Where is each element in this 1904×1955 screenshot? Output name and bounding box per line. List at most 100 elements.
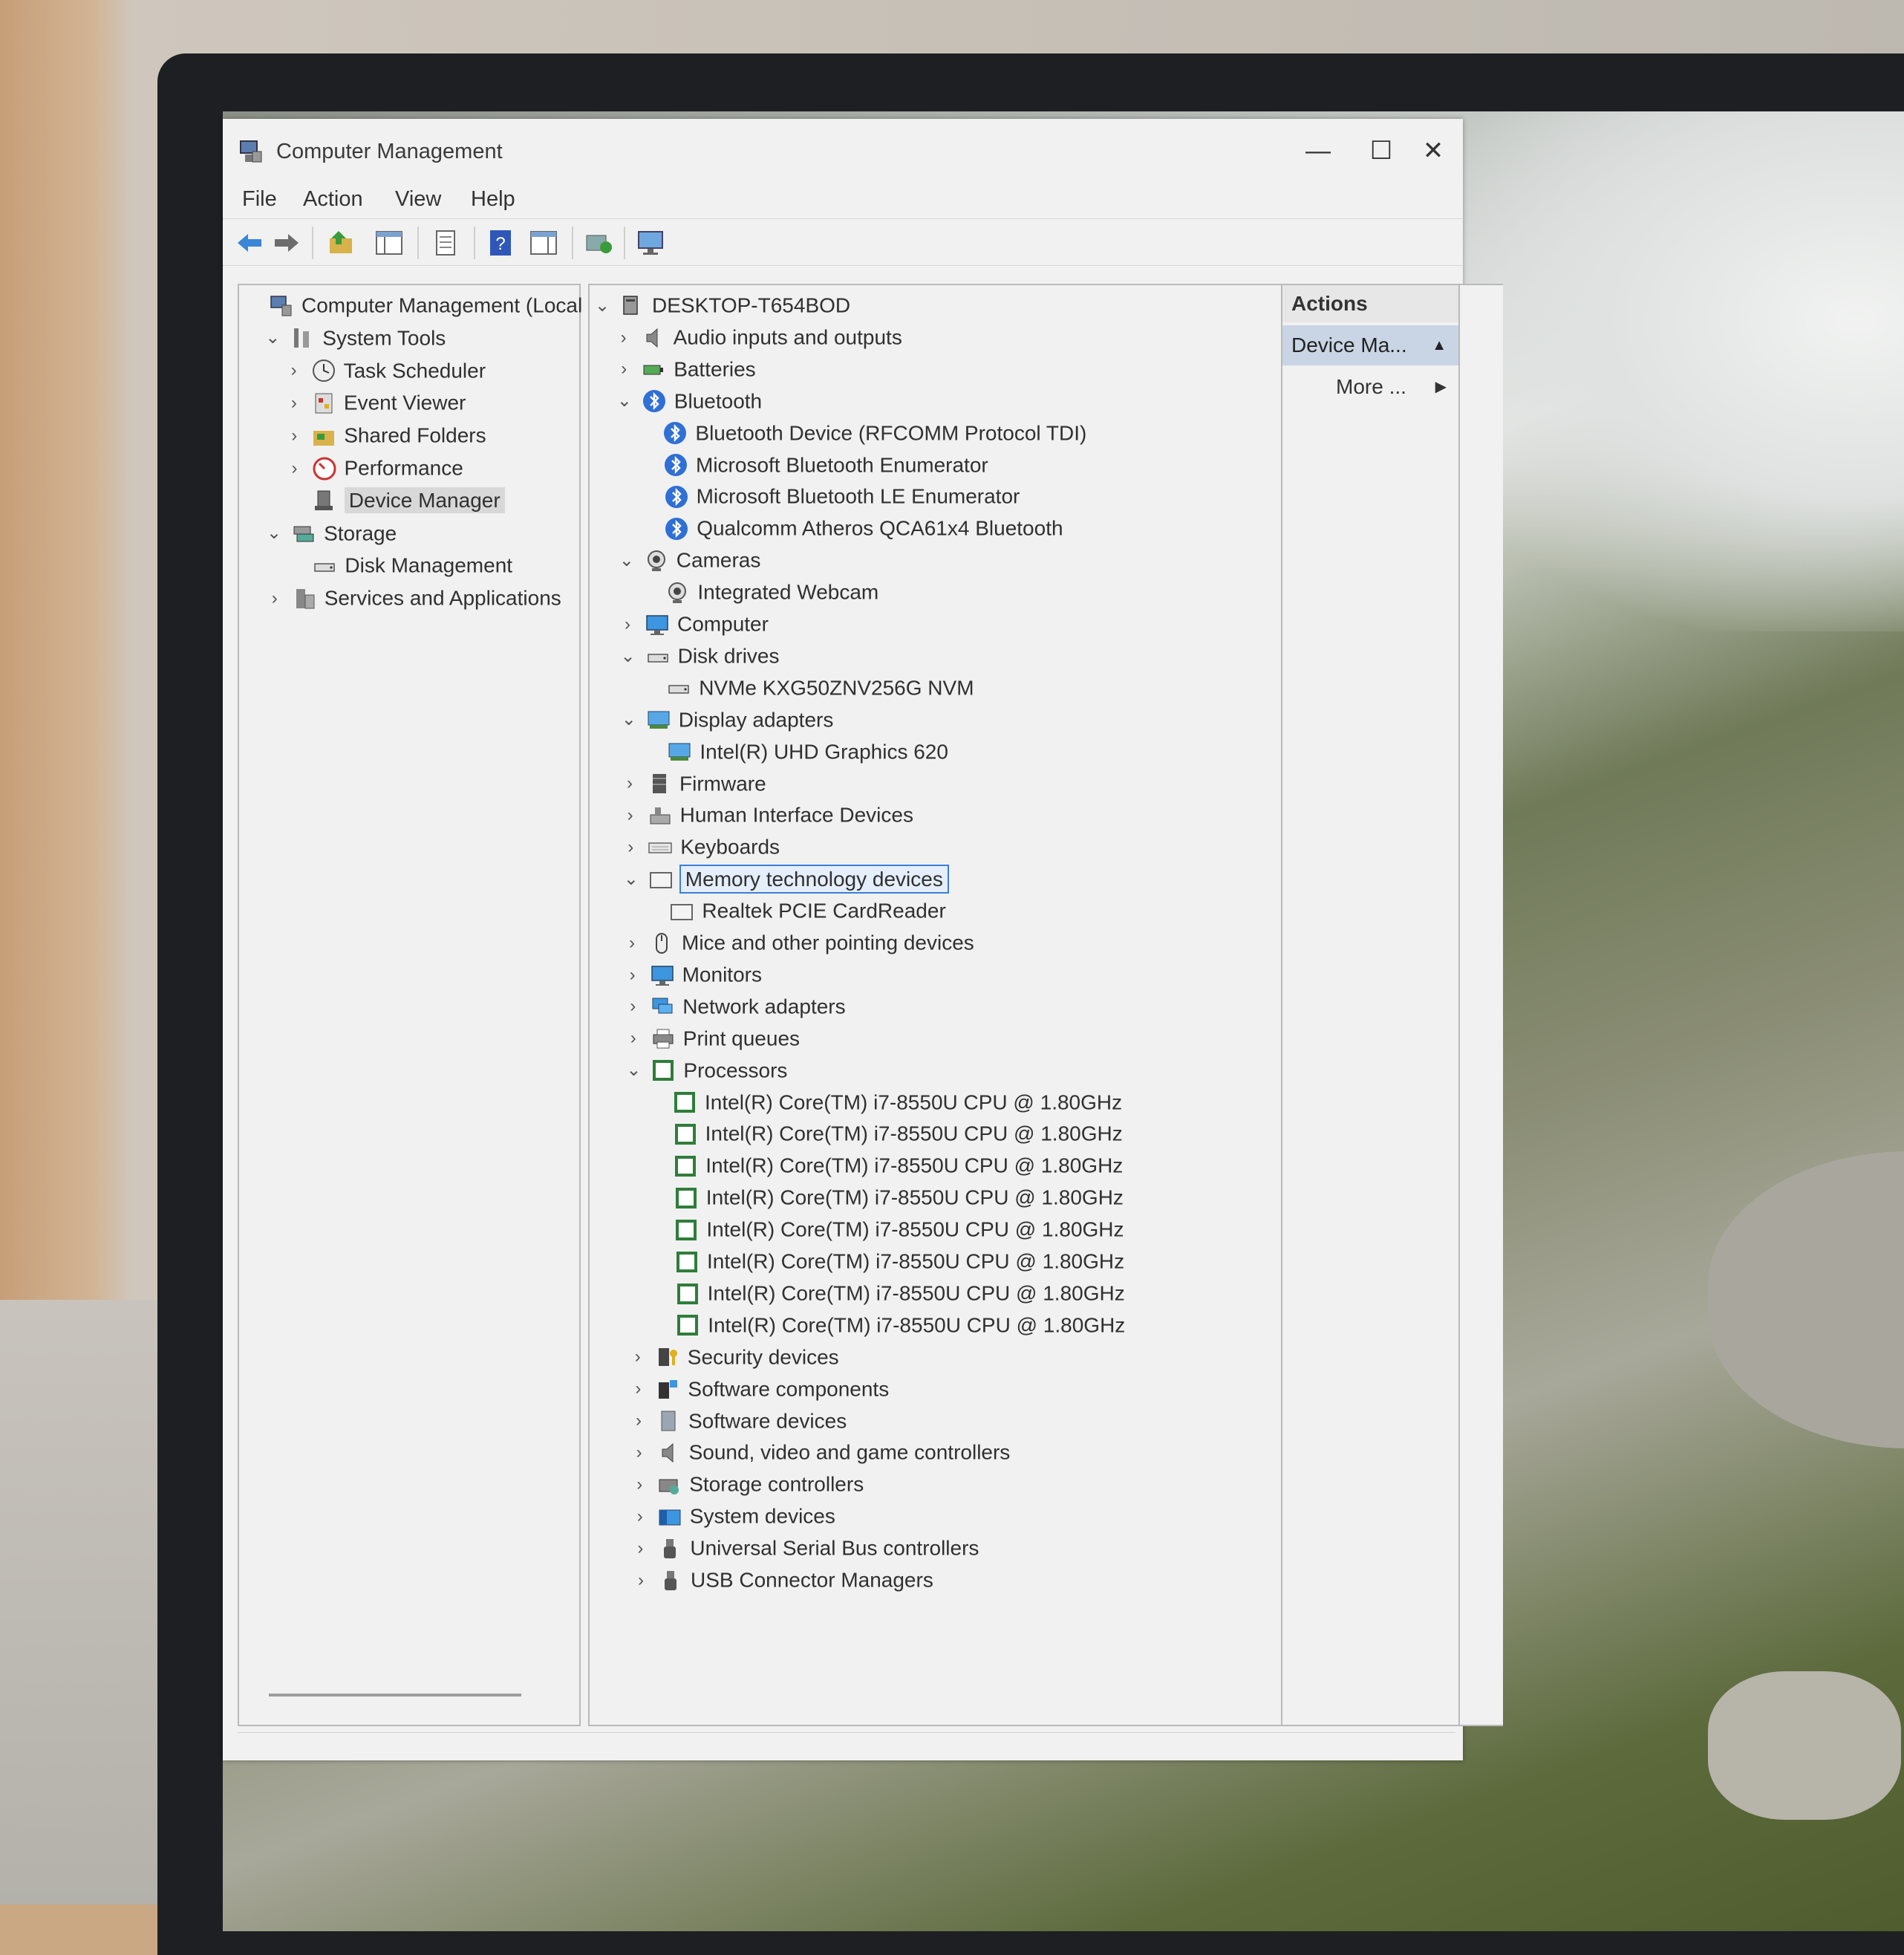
device-tree-item[interactable]: › Batteries xyxy=(614,354,756,383)
device-tree-item[interactable]: › Monitors xyxy=(623,959,762,989)
device-tree-item[interactable]: Intel(R) UHD Graphics 620 xyxy=(640,736,948,766)
scan-hardware-icon[interactable] xyxy=(584,228,613,258)
horizontal-scrollbar[interactable] xyxy=(269,1694,521,1697)
nav-tree-item[interactable]: › Performance xyxy=(285,452,463,482)
device-tree-item[interactable]: Intel(R) Core(TM) i7-8550U CPU @ 1.80GHz xyxy=(648,1246,1124,1275)
actions-more-button[interactable]: More ... ▶ xyxy=(1282,368,1458,406)
forward-arrow-icon[interactable] xyxy=(272,228,301,258)
collapsed-chevron-icon[interactable]: › xyxy=(630,1470,649,1500)
back-arrow-icon[interactable] xyxy=(235,228,264,258)
monitor-icon[interactable] xyxy=(636,228,665,258)
device-tree-item[interactable]: Microsoft Bluetooth LE Enumerator xyxy=(637,481,1020,510)
device-tree-item[interactable]: › USB Connector Managers xyxy=(631,1564,933,1594)
collapsed-chevron-icon[interactable]: › xyxy=(624,1024,643,1053)
collapsed-chevron-icon[interactable]: › xyxy=(621,833,640,862)
device-tree-item[interactable]: Intel(R) Core(TM) i7-8550U CPU @ 1.80GHz xyxy=(648,1310,1125,1339)
help-icon[interactable]: ? xyxy=(486,228,515,258)
expand-chevron-icon[interactable]: ⌄ xyxy=(264,518,284,548)
collapsed-chevron-icon[interactable]: › xyxy=(265,584,284,614)
device-tree-item[interactable]: › Print queues xyxy=(624,1023,800,1053)
device-tree-item[interactable]: ⌄ DESKTOP-T654BOD xyxy=(593,290,850,319)
collapsed-chevron-icon[interactable]: › xyxy=(284,388,304,418)
collapsed-chevron-icon[interactable]: › xyxy=(630,1438,649,1468)
nav-tree-item[interactable]: › Shared Folders xyxy=(284,420,486,449)
collapsed-chevron-icon[interactable]: › xyxy=(614,354,633,384)
collapse-up-icon[interactable]: ▲ xyxy=(1432,325,1447,365)
nav-tree-item[interactable]: › Task Scheduler xyxy=(284,355,486,385)
minimize-button[interactable]: — xyxy=(1296,132,1340,169)
navigation-tree-pane[interactable]: Computer Management (Local ⌄ System Tools ›… xyxy=(238,284,582,1726)
nav-tree-item[interactable]: ⌄ Storage xyxy=(264,518,397,547)
device-tree-item[interactable]: ⌄ Disk drives xyxy=(619,640,780,670)
device-tree-item[interactable]: › Security devices xyxy=(628,1341,839,1371)
nav-tree-item[interactable]: ⌄ System Tools xyxy=(263,322,446,352)
device-tree-item[interactable]: Microsoft Bluetooth Enumerator xyxy=(636,449,988,479)
collapsed-chevron-icon[interactable]: › xyxy=(628,1374,648,1404)
device-tree-item[interactable]: Integrated Webcam xyxy=(638,576,878,606)
device-tree-item[interactable]: › Software devices xyxy=(629,1405,847,1435)
expand-chevron-icon[interactable]: ⌄ xyxy=(624,1055,643,1085)
collapsed-chevron-icon[interactable]: › xyxy=(629,1406,648,1436)
menu-file[interactable]: File xyxy=(242,187,277,212)
menu-action[interactable]: Action xyxy=(303,187,363,212)
nav-tree-item[interactable]: Device Manager xyxy=(285,485,505,515)
collapsed-chevron-icon[interactable]: › xyxy=(620,769,639,798)
device-tree-item[interactable]: › Network adapters xyxy=(623,991,845,1021)
device-tree-item[interactable]: ⌄ Bluetooth xyxy=(615,386,762,415)
collapsed-chevron-icon[interactable]: › xyxy=(623,960,642,990)
collapsed-chevron-icon[interactable]: › xyxy=(631,1566,651,1595)
collapsed-chevron-icon[interactable]: › xyxy=(618,610,637,640)
device-tree-item[interactable]: › Storage controllers xyxy=(630,1468,864,1498)
device-tree-item[interactable]: › System devices xyxy=(630,1500,835,1530)
device-tree-item[interactable]: Intel(R) Core(TM) i7-8550U CPU @ 1.80GHz xyxy=(645,1087,1122,1116)
nav-tree-item[interactable]: Computer Management (Local xyxy=(242,290,582,319)
expand-chevron-icon[interactable]: ⌄ xyxy=(619,705,639,735)
device-tree-item[interactable]: Intel(R) Core(TM) i7-8550U CPU @ 1.80GHz xyxy=(647,1182,1124,1211)
console-view-icon[interactable] xyxy=(529,228,558,258)
expand-chevron-icon[interactable]: ⌄ xyxy=(593,291,612,321)
device-tree-item[interactable]: › Firmware xyxy=(620,768,766,798)
actions-device-manager-section[interactable]: Device Ma... ▲ xyxy=(1282,325,1458,365)
device-tree-item[interactable]: › Computer xyxy=(618,608,769,638)
device-tree-item[interactable]: NVMe KXG50ZNV256G NVM xyxy=(639,672,974,702)
device-tree-item[interactable]: › Keyboards xyxy=(621,831,780,861)
title-bar[interactable]: Computer Management — ☐ ✕ xyxy=(223,119,1463,183)
expand-chevron-icon[interactable]: ⌄ xyxy=(615,386,634,416)
expand-chevron-icon[interactable]: ⌄ xyxy=(619,642,638,671)
collapsed-chevron-icon[interactable]: › xyxy=(284,421,304,451)
device-tree-item[interactable]: Intel(R) Core(TM) i7-8550U CPU @ 1.80GHz xyxy=(646,1118,1123,1148)
device-tree-item[interactable]: ⌄ Display adapters xyxy=(619,704,834,734)
device-tree-item[interactable]: ⌄ Memory technology devices xyxy=(622,863,949,894)
collapsed-chevron-icon[interactable]: › xyxy=(622,928,642,958)
collapsed-chevron-icon[interactable]: › xyxy=(628,1342,648,1372)
device-tree-item[interactable]: Intel(R) Core(TM) i7-8550U CPU @ 1.80GHz xyxy=(648,1278,1125,1307)
nav-tree-item[interactable]: › Services and Applications xyxy=(265,582,561,612)
device-tree-item[interactable]: › Software components xyxy=(628,1373,889,1403)
nav-tree-item[interactable]: Disk Management xyxy=(285,550,512,579)
device-tree-item[interactable]: › Universal Serial Bus controllers xyxy=(630,1532,979,1562)
collapsed-chevron-icon[interactable]: › xyxy=(623,992,642,1021)
maximize-button[interactable]: ☐ xyxy=(1359,132,1403,169)
device-tree-item[interactable]: Qualcomm Atheros QCA61x4 Bluetooth xyxy=(637,513,1063,542)
device-tree-item[interactable]: ⌄ Processors xyxy=(624,1055,787,1084)
expand-chevron-icon[interactable]: ⌄ xyxy=(622,865,641,894)
device-tree-item[interactable]: Realtek PCIE CardReader xyxy=(642,895,946,925)
device-tree-item[interactable]: Intel(R) Core(TM) i7-8550U CPU @ 1.80GHz xyxy=(647,1214,1124,1243)
device-tree-item[interactable]: › Audio inputs and outputs xyxy=(614,322,902,351)
collapsed-chevron-icon[interactable]: › xyxy=(630,1502,650,1532)
menu-view[interactable]: View xyxy=(395,187,441,212)
device-tree-item[interactable]: ⌄ Cameras xyxy=(617,544,761,574)
up-folder-icon[interactable] xyxy=(327,228,356,258)
menu-help[interactable]: Help xyxy=(471,187,515,212)
device-tree-item[interactable]: › Mice and other pointing devices xyxy=(622,927,974,957)
device-tree-item[interactable]: › Sound, video and game controllers xyxy=(630,1437,1011,1466)
nav-tree-item[interactable]: › Event Viewer xyxy=(284,387,466,417)
collapsed-chevron-icon[interactable]: › xyxy=(621,801,640,830)
device-tree-item[interactable]: Intel(R) Core(TM) i7-8550U CPU @ 1.80GHz xyxy=(646,1150,1123,1180)
collapsed-chevron-icon[interactable]: › xyxy=(285,454,304,484)
expand-chevron-icon[interactable]: ⌄ xyxy=(617,546,636,576)
collapsed-chevron-icon[interactable]: › xyxy=(284,356,304,386)
collapsed-chevron-icon[interactable]: › xyxy=(630,1534,650,1564)
device-tree-item[interactable]: Bluetooth Device (RFCOMM Protocol TDI) xyxy=(636,417,1086,447)
show-hide-tree-icon[interactable] xyxy=(374,228,404,258)
